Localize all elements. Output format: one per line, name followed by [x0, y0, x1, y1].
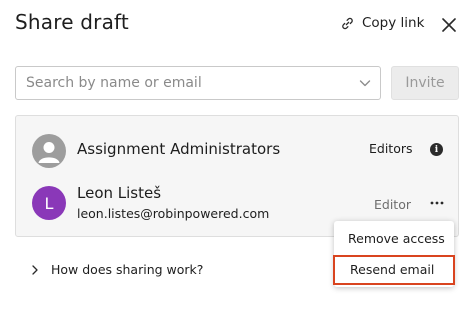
close-icon	[442, 18, 456, 32]
member-name: Assignment Administrators	[77, 140, 281, 158]
how-sharing-works-label: How does sharing work?	[51, 262, 204, 277]
more-options-button[interactable]	[428, 194, 446, 212]
dialog-title: Share draft	[15, 10, 129, 34]
member-email: leon.listes@robinpowered.com	[77, 206, 270, 221]
chevron-right-icon	[32, 264, 38, 275]
members-list: Assignment Administrators Editors i L Le…	[15, 115, 459, 237]
member-role: Editors	[369, 141, 413, 156]
member-row: Assignment Administrators Editors i	[16, 126, 460, 176]
member-name: Leon Listeš	[77, 184, 162, 202]
copy-link-label: Copy link	[362, 15, 425, 31]
search-input[interactable]	[16, 67, 366, 99]
search-field[interactable]	[15, 66, 381, 100]
link-icon	[342, 17, 353, 29]
remove-access-menu-item[interactable]: Remove access	[334, 228, 454, 250]
copy-link-button[interactable]: Copy link	[340, 15, 424, 31]
chevron-down-icon[interactable]	[358, 76, 372, 90]
member-options-menu: Remove access Resend email	[333, 221, 455, 287]
member-role-select[interactable]: Editor	[374, 197, 411, 212]
more-horizontal-icon	[430, 201, 444, 205]
share-dialog: Share draft Copy link Invite Ass	[0, 0, 474, 315]
how-sharing-works-toggle[interactable]: How does sharing work?	[31, 262, 203, 277]
resend-email-menu-item[interactable]: Resend email	[333, 255, 455, 285]
info-icon[interactable]: i	[430, 143, 443, 156]
avatar: L	[32, 186, 66, 220]
close-button[interactable]	[439, 15, 459, 35]
invite-button[interactable]: Invite	[391, 66, 459, 100]
group-avatar-icon	[32, 134, 66, 168]
